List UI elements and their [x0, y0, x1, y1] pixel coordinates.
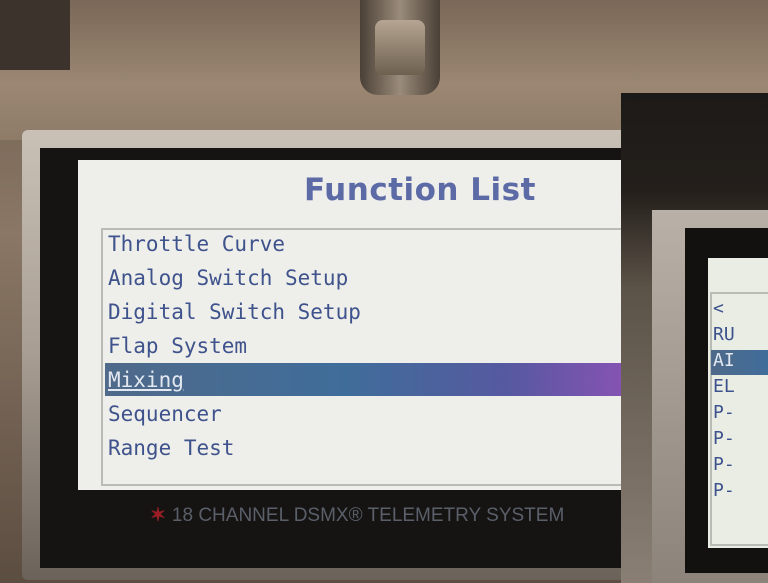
second-menu-item[interactable]: P-	[713, 452, 735, 478]
housing-shadow	[0, 0, 70, 70]
menu-item-flap-system[interactable]: Flap System	[108, 329, 247, 363]
second-menu-item-selected[interactable]: AI	[713, 348, 735, 374]
second-back-button[interactable]: <	[713, 296, 724, 322]
second-menu-item[interactable]: P-	[713, 400, 735, 426]
second-menu-item[interactable]: EL	[713, 374, 735, 400]
selection-highlight	[105, 363, 640, 396]
menu-item-sequencer[interactable]: Sequencer	[108, 397, 222, 431]
brand-logo-icon: ✶	[150, 505, 166, 526]
menu-item-throttle-curve[interactable]: Throttle Curve	[108, 227, 285, 261]
branding-label: 18 CHANNEL DSMX® TELEMETRY SYSTEM	[171, 505, 565, 526]
second-menu-item[interactable]: P-	[713, 478, 735, 504]
menu-item-range-test[interactable]: Range Test	[108, 431, 234, 465]
menu-item-mixing[interactable]: Mixing	[108, 363, 184, 397]
page-title: Function List	[304, 172, 536, 208]
antenna-mount-inner	[375, 20, 425, 75]
branding-text: ✶ 18 CHANNEL DSMX® TELEMETRY SYSTEM	[150, 504, 630, 527]
menu-item-digital-switch-setup[interactable]: Digital Switch Setup	[108, 295, 361, 329]
menu-item-analog-switch-setup[interactable]: Analog Switch Setup	[108, 261, 348, 295]
second-menu-item[interactable]: P-	[713, 426, 735, 452]
second-menu-item[interactable]: RU	[713, 322, 735, 348]
